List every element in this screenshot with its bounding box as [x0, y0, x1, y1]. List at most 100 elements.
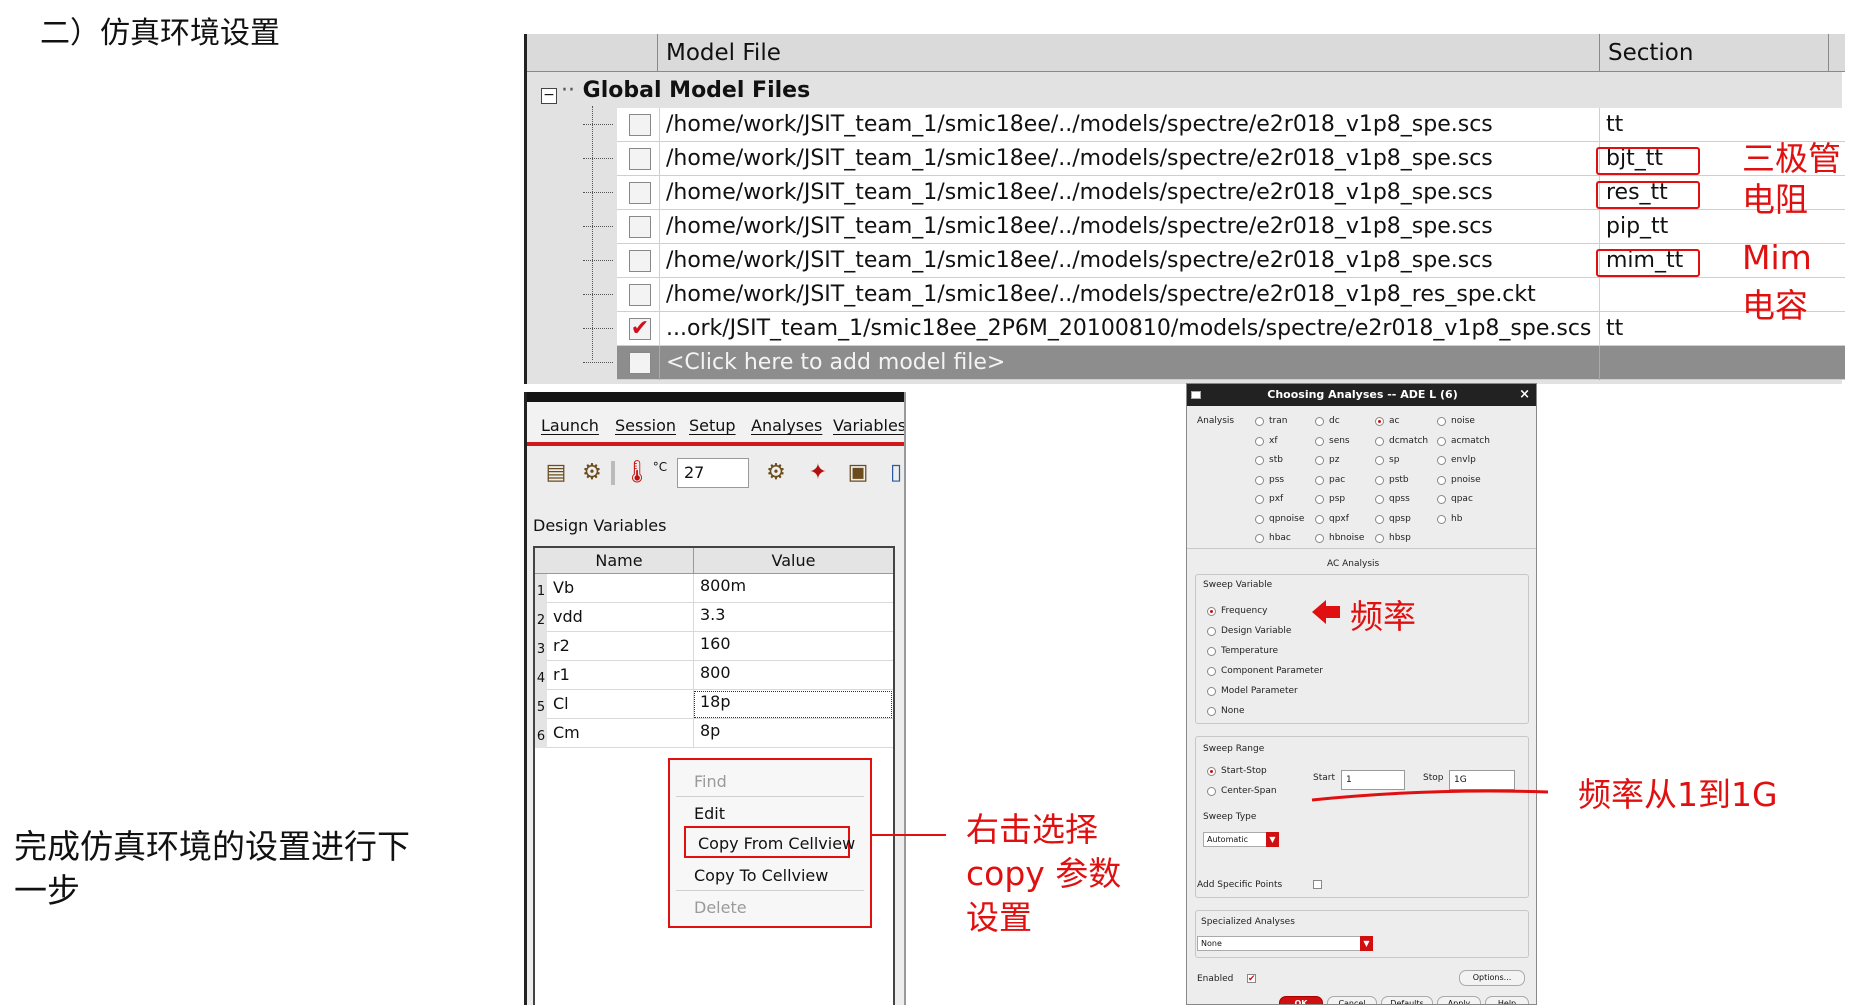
range-center-span-radio[interactable] — [1207, 787, 1216, 796]
column-model-file[interactable]: Model File — [657, 34, 781, 72]
enabled-checkbox[interactable]: ✔ — [1247, 974, 1256, 984]
help-button[interactable]: Help — [1485, 996, 1529, 1004]
analysis-radio-pstb[interactable] — [1375, 475, 1384, 485]
analysis-radio-hb[interactable] — [1437, 514, 1446, 524]
sweep-type-select[interactable]: Automatic ▼ — [1203, 832, 1279, 847]
model-file-path[interactable]: /home/work/JSIT_team_1/smic18ee/../model… — [659, 108, 1597, 142]
model-file-row[interactable]: /home/work/JSIT_team_1/smic18ee/../model… — [583, 210, 1845, 244]
analysis-radio-psp[interactable] — [1315, 495, 1324, 504]
cancel-button[interactable]: Cancel — [1327, 996, 1377, 1004]
variable-value[interactable]: 800m — [693, 574, 893, 603]
add-model-file-prompt[interactable]: <Click here to add model file> — [659, 346, 1597, 380]
sweep-variable-radio[interactable] — [1207, 647, 1216, 656]
model-file-row[interactable]: /home/work/JSIT_team_1/smic18ee/../model… — [583, 278, 1845, 312]
range-start-stop-radio[interactable] — [1207, 767, 1216, 776]
model-file-path[interactable]: /home/work/JSIT_team_1/smic18ee/../model… — [659, 142, 1597, 176]
sweep-variable-radio[interactable] — [1207, 607, 1216, 616]
enable-checkbox[interactable] — [629, 148, 651, 170]
column-section[interactable]: Section — [1599, 34, 1829, 72]
menu-item-edit[interactable]: Edit — [694, 804, 725, 823]
tree-collapse-icon[interactable]: − — [541, 88, 557, 104]
analysis-radio-qpss[interactable] — [1375, 495, 1384, 504]
variable-value[interactable]: 8p — [693, 719, 893, 748]
analysis-radio-pz[interactable] — [1315, 456, 1324, 465]
add-specific-points-checkbox[interactable] — [1313, 880, 1322, 889]
enable-checkbox[interactable] — [629, 216, 651, 238]
variable-value[interactable]: 18p — [693, 690, 893, 719]
analysis-radio-pnoise[interactable] — [1437, 475, 1446, 485]
menu-analyses[interactable]: Analyses — [751, 416, 822, 435]
column-name[interactable]: Name — [547, 551, 691, 570]
model-file-path[interactable]: /home/work/JSIT_team_1/smic18ee/../model… — [659, 176, 1597, 210]
settings-icon[interactable]: ⚙ — [763, 460, 789, 486]
plot-icon[interactable]: ▯ — [883, 460, 904, 486]
window-menu-icon[interactable] — [1191, 391, 1201, 399]
analysis-radio-acmatch[interactable] — [1437, 436, 1446, 446]
temperature-input[interactable]: 27 — [677, 458, 749, 488]
column-value[interactable]: Value — [693, 548, 893, 574]
model-file-row[interactable]: ✔ ...ork/JSIT_team_1/smic18ee_2P6M_20100… — [583, 312, 1845, 346]
defaults-button[interactable]: Defaults — [1381, 996, 1433, 1004]
menu-item-copy-to-cellview[interactable]: Copy To Cellview — [694, 866, 828, 885]
menu-launch[interactable]: Launch — [541, 416, 599, 435]
model-file-path[interactable]: /home/work/JSIT_team_1/smic18ee/../model… — [659, 210, 1597, 244]
save-state-icon[interactable]: ⚙ — [579, 460, 605, 486]
analysis-radio-pac[interactable] — [1315, 475, 1324, 485]
analysis-radio-hbnoise[interactable] — [1315, 534, 1324, 543]
analysis-radio-qpsp[interactable] — [1375, 514, 1384, 524]
table-row[interactable]: 5 Cl 18p — [535, 690, 893, 719]
enable-checkbox[interactable] — [629, 114, 651, 136]
sweep-variable-radio[interactable] — [1207, 707, 1216, 716]
enable-checkbox[interactable] — [629, 352, 651, 374]
netlist-icon[interactable]: ✦ — [805, 460, 831, 486]
variable-name[interactable]: Cl — [553, 694, 569, 713]
analysis-radio-tran[interactable] — [1255, 417, 1264, 426]
model-file-path[interactable]: /home/work/JSIT_team_1/smic18ee/../model… — [659, 244, 1597, 278]
menu-setup[interactable]: Setup — [689, 416, 736, 435]
analysis-radio-pss[interactable] — [1255, 475, 1264, 485]
analysis-radio-hbsp[interactable] — [1375, 534, 1384, 543]
analysis-radio-sens[interactable] — [1315, 436, 1324, 446]
enable-checkbox[interactable] — [629, 250, 651, 272]
menu-variables[interactable]: Variables — [833, 416, 904, 435]
enable-checkbox-checked[interactable]: ✔ — [629, 318, 651, 340]
options-button[interactable]: Options... — [1459, 970, 1525, 986]
sweep-variable-radio[interactable] — [1207, 667, 1216, 676]
table-row[interactable]: 6 Cm 8p — [535, 719, 893, 748]
variable-name[interactable]: Cm — [553, 723, 580, 742]
analysis-radio-noise[interactable] — [1437, 417, 1446, 426]
variable-name[interactable]: r2 — [553, 636, 570, 655]
variable-name[interactable]: vdd — [553, 607, 583, 626]
table-row[interactable]: 4 r1 800 — [535, 661, 893, 690]
analysis-radio-dcmatch[interactable] — [1375, 436, 1384, 446]
close-icon[interactable]: × — [1519, 384, 1530, 406]
enable-checkbox[interactable] — [629, 182, 651, 204]
menu-item-find[interactable]: Find — [694, 772, 727, 791]
add-model-file-row[interactable]: <Click here to add model file> — [583, 346, 1845, 380]
model-section[interactable] — [1599, 346, 1827, 380]
apply-button[interactable]: Apply — [1437, 996, 1481, 1004]
analysis-radio-xf[interactable] — [1255, 436, 1264, 446]
sweep-variable-radio[interactable] — [1207, 627, 1216, 636]
specialized-analyses-select[interactable]: None ▼ — [1197, 936, 1373, 951]
analysis-radio-dc[interactable] — [1315, 417, 1324, 426]
variable-name[interactable]: Vb — [553, 578, 574, 597]
menu-item-delete[interactable]: Delete — [694, 898, 747, 917]
ok-button[interactable]: OK — [1279, 996, 1323, 1004]
table-row[interactable]: 2 vdd 3.3 — [535, 603, 893, 632]
menu-item-copy-from-cellview[interactable]: Copy From Cellview — [698, 834, 855, 853]
table-row[interactable]: 1 Vb 800m — [535, 574, 893, 603]
variable-value[interactable]: 800 — [693, 661, 893, 690]
analysis-radio-pxf[interactable] — [1255, 495, 1264, 504]
analysis-radio-qpxf[interactable] — [1315, 514, 1324, 524]
analysis-radio-ac[interactable] — [1375, 417, 1384, 426]
variable-value[interactable]: 160 — [693, 632, 893, 661]
variable-name[interactable]: r1 — [553, 665, 570, 684]
enable-checkbox[interactable] — [629, 284, 651, 306]
results-icon[interactable]: ▣ — [845, 460, 871, 486]
table-row[interactable]: 3 r2 160 — [535, 632, 893, 661]
model-file-path[interactable]: /home/work/JSIT_team_1/smic18ee/../model… — [659, 278, 1597, 312]
model-file-row[interactable]: /home/work/JSIT_team_1/smic18ee/../model… — [583, 108, 1845, 142]
analysis-radio-qpac[interactable] — [1437, 495, 1446, 504]
analysis-radio-qpnoise[interactable] — [1255, 514, 1264, 524]
